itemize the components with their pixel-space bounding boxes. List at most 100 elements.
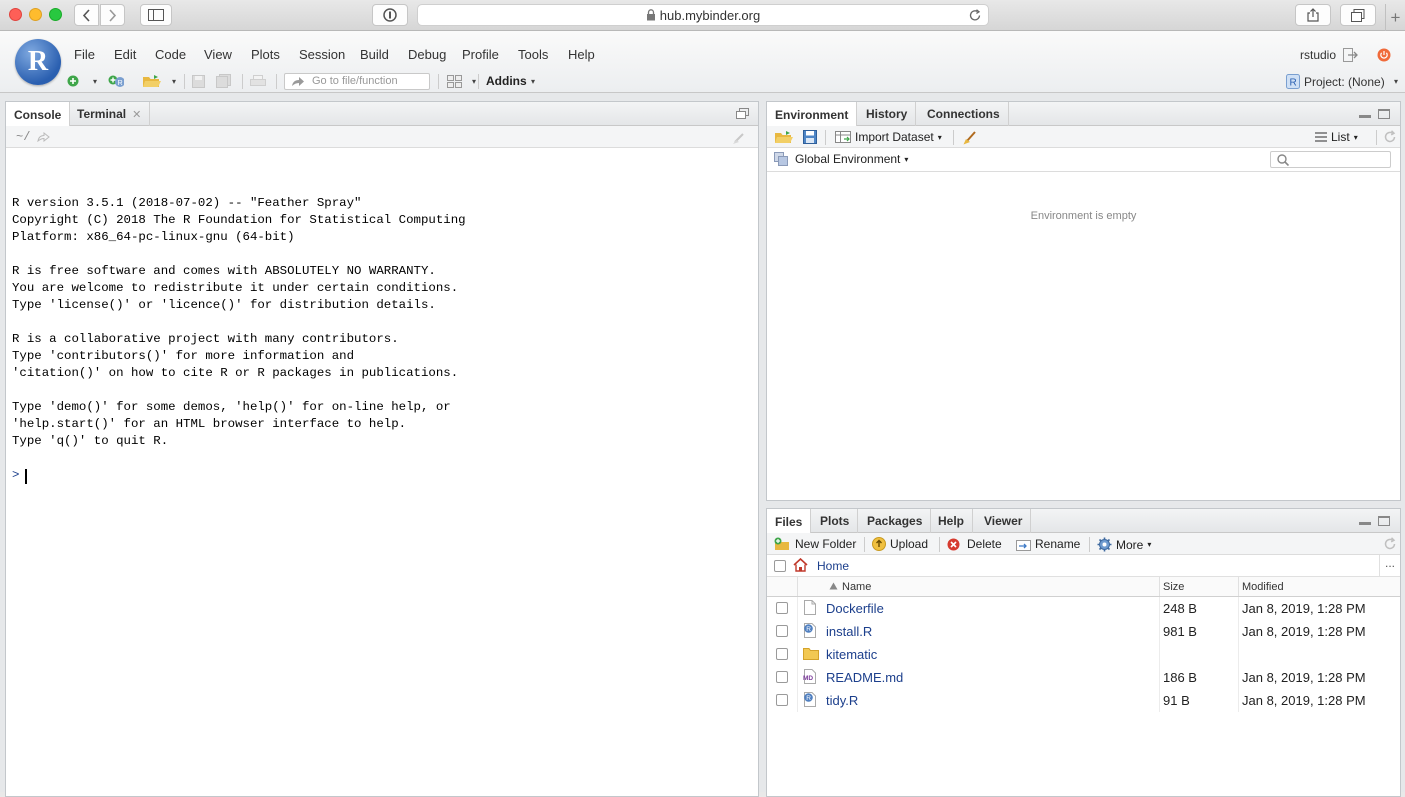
minimize-pane-icon[interactable]: [1359, 115, 1371, 118]
menu-code[interactable]: Code: [155, 47, 186, 62]
power-icon[interactable]: [1377, 48, 1391, 62]
file-name[interactable]: kitematic: [826, 647, 877, 662]
row-checkbox[interactable]: [776, 648, 788, 660]
delete-button[interactable]: Delete: [947, 537, 1002, 551]
tab-plots[interactable]: Plots: [812, 509, 859, 533]
address-bar[interactable]: hub.mybinder.org: [417, 4, 989, 26]
minimize-pane-icon[interactable]: [1359, 522, 1371, 525]
project-menu[interactable]: Project: (None): [1304, 75, 1385, 89]
menu-profile[interactable]: Profile: [462, 47, 499, 62]
caret-down-icon[interactable]: ▾: [466, 74, 482, 88]
refresh-icon[interactable]: [1383, 130, 1397, 144]
forward-button[interactable]: [100, 4, 125, 26]
sign-out-icon[interactable]: [1343, 48, 1358, 62]
addins-menu[interactable]: Addins: [486, 74, 527, 88]
gear-icon: [1097, 537, 1112, 552]
console-line: You are welcome to redistribute it under…: [12, 281, 459, 295]
open-file-button[interactable]: [142, 74, 162, 88]
tab-connections[interactable]: Connections: [919, 102, 1009, 126]
file-row-dockerfile[interactable]: Dockerfile 248 B Jan 8, 2019, 1:28 PM: [767, 597, 1399, 620]
file-row-install-r[interactable]: R install.R 981 B Jan 8, 2019, 1:28 PM: [767, 620, 1399, 643]
menu-tools[interactable]: Tools: [518, 47, 548, 62]
import-dataset-menu[interactable]: Import Dataset ▾: [835, 130, 942, 144]
rstudio-app: R File Edit Code View Plots Session Buil…: [0, 31, 1405, 797]
row-checkbox[interactable]: [776, 671, 788, 683]
column-size[interactable]: Size: [1163, 581, 1184, 593]
save-all-button[interactable]: [216, 74, 232, 88]
file-name[interactable]: Dockerfile: [826, 601, 884, 616]
load-workspace-icon[interactable]: [774, 130, 794, 144]
view-mode-menu[interactable]: List ▾: [1315, 130, 1358, 144]
row-checkbox[interactable]: [776, 694, 788, 706]
password-button[interactable]: [372, 4, 408, 26]
goto-file-function-input[interactable]: Go to file/function: [284, 73, 430, 90]
minimize-window-button[interactable]: [29, 8, 42, 21]
go-to-directory-button[interactable]: ...: [1379, 555, 1400, 576]
file-name[interactable]: tidy.R: [826, 693, 858, 708]
file-name[interactable]: README.md: [826, 670, 903, 685]
select-all-checkbox[interactable]: [774, 560, 786, 572]
menu-view[interactable]: View: [204, 47, 232, 62]
tab-console[interactable]: Console: [6, 102, 71, 127]
new-file-button[interactable]: [65, 74, 81, 88]
column-name[interactable]: Name: [842, 581, 871, 593]
caret-down-icon[interactable]: ▾: [166, 74, 182, 88]
back-button[interactable]: [74, 4, 99, 26]
row-checkbox[interactable]: [776, 602, 788, 614]
menu-build[interactable]: Build: [360, 47, 389, 62]
tab-help[interactable]: Help: [930, 509, 974, 533]
environment-search-input[interactable]: [1270, 151, 1391, 168]
menu-file[interactable]: File: [74, 47, 95, 62]
menu-help[interactable]: Help: [568, 47, 595, 62]
new-tab-button[interactable]: +: [1385, 4, 1405, 31]
new-project-button[interactable]: R: [108, 74, 124, 88]
tab-viewer[interactable]: Viewer: [976, 509, 1032, 533]
upload-button[interactable]: Upload: [872, 537, 928, 551]
new-folder-button[interactable]: New Folder: [774, 537, 856, 551]
restore-pane-icon[interactable]: [736, 108, 749, 120]
console-tabbar: Console Terminal ✕: [6, 102, 758, 127]
breadcrumb-home[interactable]: Home: [817, 559, 849, 573]
environment-scope-menu[interactable]: Global Environment ▾: [795, 152, 908, 166]
zoom-window-button[interactable]: [49, 8, 62, 21]
column-modified[interactable]: Modified: [1242, 581, 1284, 593]
more-menu[interactable]: More ▾: [1097, 537, 1151, 552]
menu-session[interactable]: Session: [299, 47, 345, 62]
file-row-kitematic[interactable]: kitematic: [767, 643, 1399, 666]
close-tab-icon[interactable]: ✕: [132, 108, 141, 121]
caret-down-icon[interactable]: ▾: [87, 74, 103, 88]
reload-icon[interactable]: [969, 9, 982, 22]
caret-down-icon[interactable]: ▾: [525, 74, 541, 88]
clear-workspace-broom-icon[interactable]: [963, 129, 979, 145]
save-workspace-icon[interactable]: [803, 130, 817, 144]
workspace-panes-button[interactable]: [446, 74, 462, 88]
close-window-button[interactable]: [9, 8, 22, 21]
row-checkbox[interactable]: [776, 625, 788, 637]
sidebar-toggle-button[interactable]: [140, 4, 172, 26]
caret-down-icon[interactable]: ▾: [1388, 74, 1404, 88]
share-icon: [1307, 8, 1319, 22]
menu-edit[interactable]: Edit: [114, 47, 136, 62]
menu-debug[interactable]: Debug: [408, 47, 446, 62]
refresh-icon[interactable]: [1383, 537, 1397, 551]
maximize-pane-icon[interactable]: [1378, 109, 1390, 119]
upload-icon: [872, 537, 886, 551]
share-button[interactable]: [1295, 4, 1331, 26]
tab-files[interactable]: Files: [767, 509, 812, 534]
file-row-tidy-r[interactable]: R tidy.R 91 B Jan 8, 2019, 1:28 PM: [767, 689, 1399, 712]
tab-terminal[interactable]: Terminal ✕: [69, 102, 151, 126]
tab-history[interactable]: History: [858, 102, 917, 126]
tab-packages[interactable]: Packages: [859, 509, 932, 533]
file-name[interactable]: install.R: [826, 624, 872, 639]
menu-plots[interactable]: Plots: [251, 47, 280, 62]
save-button[interactable]: [190, 74, 206, 88]
file-row-readme[interactable]: MD README.md 186 B Jan 8, 2019, 1:28 PM: [767, 666, 1399, 689]
rename-button[interactable]: Rename: [1016, 537, 1080, 551]
tabs-overview-button[interactable]: [1340, 4, 1376, 26]
print-button[interactable]: [250, 74, 266, 88]
clear-console-icon[interactable]: [732, 129, 748, 145]
goto-directory-icon[interactable]: [37, 132, 50, 142]
file-modified: Jan 8, 2019, 1:28 PM: [1242, 693, 1366, 708]
tab-environment[interactable]: Environment: [767, 102, 858, 127]
maximize-pane-icon[interactable]: [1378, 516, 1390, 526]
